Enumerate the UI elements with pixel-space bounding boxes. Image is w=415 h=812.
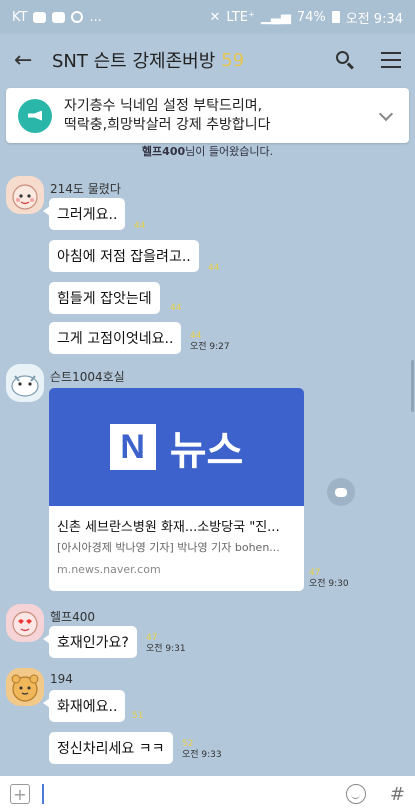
link-preview-card[interactable]: N 뉴스 신촌 세브란스병원 화재...소방당국 "진... [아시아경제 박나… [49, 388, 304, 591]
unread-count: 47 [309, 568, 321, 578]
message-time: 오전 9:31 [146, 644, 186, 654]
signal-icon: ▁▃▅ [260, 9, 291, 25]
message-time: 오전 9:27 [190, 342, 230, 352]
unread-count: 52 [182, 739, 194, 749]
battery-icon [331, 11, 340, 23]
clock-label: 오전 9:34 [345, 11, 403, 27]
chat-notification-icon [33, 11, 47, 23]
image-notification-icon [52, 11, 66, 23]
network-label: LTE⁺ [226, 9, 255, 25]
chat-header: ← SNT 슨트 강제존버방 59 [0, 34, 415, 86]
link-url: m.news.naver.com [57, 563, 161, 576]
avatar[interactable] [6, 364, 44, 402]
chat-room-title: SNT 슨트 강제존버방 [52, 51, 216, 72]
system-message-text: 님이 들어왔습니다. [185, 145, 274, 158]
sync-notification-icon [71, 11, 84, 23]
message-time: 오전 9:30 [309, 579, 349, 589]
link-preview-image: N 뉴스 [49, 388, 304, 506]
message-input-bar: + # [0, 776, 415, 812]
message-bubble[interactable]: 호재인가요? [43, 626, 137, 658]
back-arrow-icon[interactable]: ← [14, 48, 42, 73]
unread-count: 44 [170, 303, 182, 313]
chevron-down-icon[interactable] [378, 106, 394, 121]
message-bubble[interactable]: 그게 고점이엇네요.. [49, 322, 182, 354]
unread-count: 44 [134, 221, 146, 231]
notice-line-1: 자기층수 닉네임 설정 부탁드리며, [64, 97, 263, 114]
news-logo-text: 뉴스 [169, 428, 244, 474]
sender-name: 헬프400 [50, 610, 95, 624]
unread-count: 44 [190, 331, 202, 341]
status-bar: KT ... ✕ LTE⁺ ▁▃▅ 74% 오전 9:34 [0, 0, 415, 34]
hash-icon[interactable]: # [390, 784, 405, 805]
mute-icon: ✕ [209, 9, 221, 25]
megaphone-icon [18, 98, 52, 133]
avatar[interactable] [6, 176, 44, 214]
sender-name: 194 [50, 672, 73, 686]
message-bubble[interactable]: 그러게요.. [42, 198, 126, 230]
message-time: 오전 9:33 [182, 750, 222, 760]
sender-name: 슨트1004호실 [50, 370, 125, 384]
joined-user-name: 헬프400 [141, 145, 186, 158]
sender-name: 214도 물렸다 [50, 182, 121, 196]
message-meta: 44 [170, 303, 181, 314]
link-description: [아시아경제 박나영 기자] 박나영 기자 bohen... [57, 541, 280, 554]
unread-count: 47 [146, 633, 158, 643]
message-meta: 47 오전 9:30 [309, 568, 349, 590]
message-meta: 44 [208, 263, 219, 274]
search-icon[interactable] [335, 50, 355, 70]
message-meta: 47 오전 9:31 [146, 633, 186, 655]
message-bubble[interactable]: 화재에요.. [42, 690, 126, 722]
message-meta: 51 [132, 711, 143, 722]
message-meta: 44 [134, 221, 145, 232]
link-title: 신촌 세브란스병원 화재...소방당국 "진... [57, 520, 280, 535]
member-count: 59 [221, 49, 245, 71]
message-input[interactable] [42, 784, 44, 804]
notice-text: 자기층수 닉네임 설정 부탁드리며, 떡락충,희망박살러 강제 추방합니다 [64, 97, 271, 135]
carrier-label: KT [12, 9, 28, 25]
scrollbar[interactable] [411, 360, 414, 412]
share-icon[interactable] [327, 478, 355, 506]
unread-count: 51 [132, 711, 144, 721]
plus-icon[interactable]: + [10, 784, 30, 804]
message-bubble[interactable]: 정신차리세요 ㅋㅋ [49, 732, 173, 764]
menu-icon[interactable] [381, 52, 401, 68]
emoji-icon[interactable] [345, 784, 366, 804]
news-logo: N [109, 424, 156, 470]
battery-label: 74% [296, 9, 326, 25]
message-meta: 44 오전 9:27 [190, 331, 230, 353]
notice-line-2: 떡락충,희망박살러 강제 추방합니다 [64, 116, 271, 133]
avatar[interactable] [6, 668, 44, 706]
message-bubble[interactable]: 힘들게 잡앗는데 [49, 282, 160, 314]
avatar[interactable] [6, 604, 44, 642]
system-message: 헬프400님이 들어왔습니다. [0, 143, 415, 159]
more-notifications-icon: ... [89, 9, 102, 25]
notice-banner[interactable]: 자기층수 닉네임 설정 부탁드리며, 떡락충,희망박살러 강제 추방합니다 [6, 88, 409, 143]
message-bubble[interactable]: 아침에 저점 잡을려고.. [49, 240, 199, 272]
message-meta: 52 오전 9:33 [182, 739, 222, 761]
unread-count: 44 [208, 263, 220, 273]
